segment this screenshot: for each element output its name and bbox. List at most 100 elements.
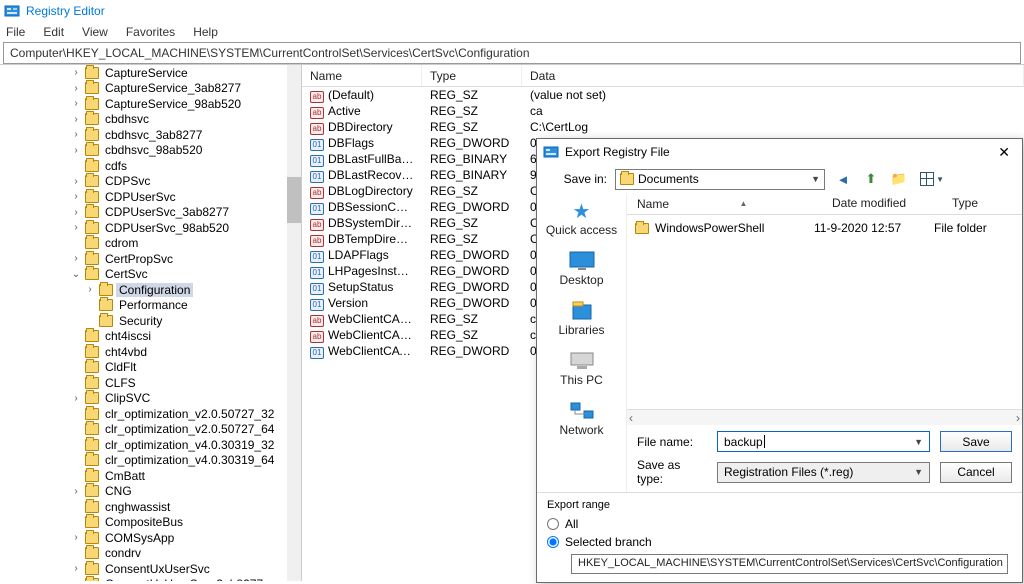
list-header[interactable]: Name Type Data: [302, 65, 1024, 87]
tree-item[interactable]: ›CNG: [0, 484, 301, 500]
tree-item[interactable]: ·CompositeBus: [0, 515, 301, 531]
back-button[interactable]: ◄: [833, 169, 853, 189]
place-this-pc[interactable]: This PC: [537, 349, 626, 387]
chevron-right-icon[interactable]: ›: [70, 563, 82, 574]
savetype-combo[interactable]: Registration Files (*.reg)▼: [717, 462, 930, 483]
tree-item[interactable]: ·cht4iscsi: [0, 329, 301, 345]
file-list[interactable]: WindowsPowerShell 11-9-2020 12:57 File f…: [627, 215, 1022, 409]
chevron-right-icon[interactable]: ›: [70, 191, 82, 202]
tree-item[interactable]: ›cbdhsvc: [0, 112, 301, 128]
tree-item[interactable]: ·CldFlt: [0, 360, 301, 376]
tree-item[interactable]: ·cdrom: [0, 236, 301, 252]
new-folder-button[interactable]: 📁: [889, 169, 909, 189]
radio-selected[interactable]: Selected branch: [547, 533, 1012, 551]
radio-selected-input[interactable]: [547, 536, 559, 548]
menu-view[interactable]: View: [80, 24, 110, 40]
tree-item[interactable]: ›COMSysApp: [0, 530, 301, 546]
tree-item[interactable]: ·cdfs: [0, 158, 301, 174]
col-name[interactable]: Name: [302, 65, 422, 86]
chevron-right-icon[interactable]: ›: [84, 284, 96, 295]
tree-item[interactable]: ›cbdhsvc_3ab8277: [0, 127, 301, 143]
tree-item[interactable]: ›CDPUserSvc: [0, 189, 301, 205]
chevron-right-icon[interactable]: ›: [70, 207, 82, 218]
folder-icon: [85, 470, 99, 482]
tree-item[interactable]: ›CaptureService_98ab520: [0, 96, 301, 112]
chevron-right-icon[interactable]: ›: [70, 222, 82, 233]
file-columns[interactable]: Name▲ Date modified Type: [627, 193, 1022, 215]
chevron-right-icon[interactable]: ›: [70, 67, 82, 78]
tree-item[interactable]: ·Security: [0, 313, 301, 329]
tree-item[interactable]: ›CDPSvc: [0, 174, 301, 190]
tree-item[interactable]: ·CmBatt: [0, 468, 301, 484]
tree-scrollbar-thumb[interactable]: [287, 177, 301, 223]
place-libraries[interactable]: Libraries: [537, 299, 626, 337]
col-type[interactable]: Type: [422, 65, 522, 86]
chevron-right-icon[interactable]: ›: [70, 393, 82, 404]
place-quick-access[interactable]: ★Quick access: [537, 199, 626, 237]
tree-item[interactable]: ·Performance: [0, 298, 301, 314]
value-row[interactable]: abDBDirectoryREG_SZC:\CertLog: [302, 119, 1024, 135]
chevron-right-icon[interactable]: ›: [70, 486, 82, 497]
up-button[interactable]: ⬆: [861, 169, 881, 189]
tree-item[interactable]: ›CDPUserSvc_3ab8277: [0, 205, 301, 221]
value-row[interactable]: abActiveREG_SZca: [302, 103, 1024, 119]
address-input[interactable]: Computer\HKEY_LOCAL_MACHINE\SYSTEM\Curre…: [4, 43, 1020, 63]
radio-all[interactable]: All: [547, 515, 1012, 533]
chevron-right-icon[interactable]: ›: [70, 253, 82, 264]
chevron-right-icon[interactable]: ›: [70, 129, 82, 140]
menu-help[interactable]: Help: [191, 24, 220, 40]
place-desktop[interactable]: Desktop: [537, 249, 626, 287]
filecol-name[interactable]: Name▲: [627, 193, 822, 214]
filecol-date[interactable]: Date modified: [822, 193, 942, 214]
tree-item[interactable]: ⌄CertSvc: [0, 267, 301, 283]
chevron-down-icon[interactable]: ⌄: [70, 269, 82, 280]
filecol-type[interactable]: Type: [942, 193, 1022, 214]
views-button[interactable]: ▼: [917, 169, 937, 189]
tree-item[interactable]: ›CertPropSvc: [0, 251, 301, 267]
menu-favorites[interactable]: Favorites: [124, 24, 177, 40]
savein-combo[interactable]: Documents ▼: [615, 169, 825, 190]
save-button[interactable]: Save: [940, 431, 1012, 452]
file-list-scrollbar[interactable]: ‹›: [627, 409, 1022, 425]
tree-item[interactable]: ·clr_optimization_v2.0.50727_64: [0, 422, 301, 438]
tree-item[interactable]: ›ConsentUxUserSvc_3ab8277: [0, 577, 301, 582]
tree-item[interactable]: ›Configuration: [0, 282, 301, 298]
menu-edit[interactable]: Edit: [41, 24, 66, 40]
tree-item[interactable]: ·clr_optimization_v2.0.50727_32: [0, 406, 301, 422]
tree-item[interactable]: ›CaptureService: [0, 65, 301, 81]
chevron-down-icon[interactable]: ▼: [914, 437, 923, 447]
tree-item[interactable]: ›CDPUserSvc_98ab520: [0, 220, 301, 236]
file-row[interactable]: WindowsPowerShell 11-9-2020 12:57 File f…: [635, 219, 1014, 237]
col-data[interactable]: Data: [522, 65, 1024, 86]
chevron-right-icon[interactable]: ›: [70, 114, 82, 125]
registry-tree-pane[interactable]: ›CaptureService›CaptureService_3ab8277›C…: [0, 65, 302, 581]
value-row[interactable]: ab(Default)REG_SZ(value not set): [302, 87, 1024, 103]
tree-item[interactable]: ·CLFS: [0, 375, 301, 391]
tree-item[interactable]: ·cnghwassist: [0, 499, 301, 515]
menu-file[interactable]: File: [4, 24, 27, 40]
branch-path-input[interactable]: HKEY_LOCAL_MACHINE\SYSTEM\CurrentControl…: [571, 554, 1008, 574]
chevron-right-icon[interactable]: ›: [70, 145, 82, 156]
cancel-button[interactable]: Cancel: [940, 462, 1012, 483]
folder-icon: [85, 129, 99, 141]
chevron-right-icon[interactable]: ›: [70, 176, 82, 187]
tree-item[interactable]: ›cbdhsvc_98ab520: [0, 143, 301, 159]
chevron-right-icon[interactable]: ›: [70, 83, 82, 94]
tree-item[interactable]: ·condrv: [0, 546, 301, 562]
tree-item[interactable]: ›ClipSVC: [0, 391, 301, 407]
tree-item[interactable]: ·cht4vbd: [0, 344, 301, 360]
tree-item[interactable]: ·clr_optimization_v4.0.30319_64: [0, 453, 301, 469]
filename-input[interactable]: backup▼: [717, 431, 930, 452]
dialog-title-bar[interactable]: Export Registry File ✕: [537, 139, 1022, 165]
radio-all-input[interactable]: [547, 518, 559, 530]
tree-scrollbar[interactable]: [287, 65, 301, 581]
chevron-right-icon[interactable]: ›: [70, 579, 82, 581]
chevron-right-icon[interactable]: ›: [70, 98, 82, 109]
tree-item[interactable]: ›CaptureService_3ab8277: [0, 81, 301, 97]
close-icon[interactable]: ✕: [992, 142, 1016, 163]
place-network[interactable]: Network: [537, 399, 626, 437]
tree-item[interactable]: ·clr_optimization_v4.0.30319_32: [0, 437, 301, 453]
chevron-right-icon[interactable]: ›: [70, 532, 82, 543]
tree-item[interactable]: ›ConsentUxUserSvc: [0, 561, 301, 577]
value-name: DBDirectory: [328, 120, 393, 134]
